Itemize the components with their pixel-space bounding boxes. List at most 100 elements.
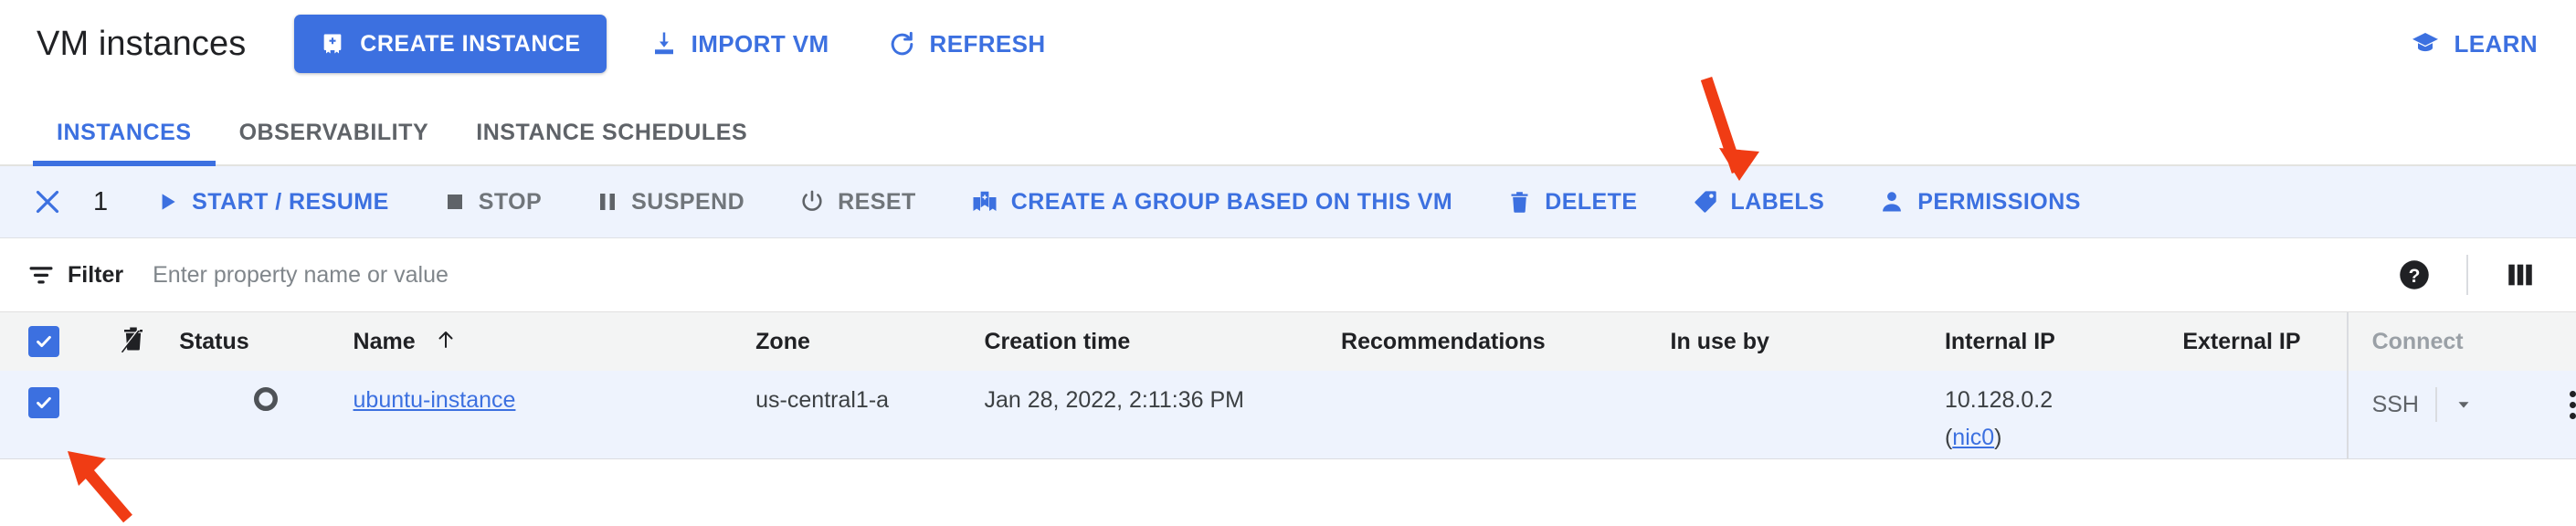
table-row[interactable]: ubuntu-instance us-central1-a Jan 28, 20… <box>0 371 2576 458</box>
delete-button[interactable]: DELETE <box>1496 180 1648 225</box>
play-icon <box>155 190 179 214</box>
column-header-in-use-by[interactable]: In use by <box>1671 312 1945 371</box>
person-icon <box>1879 189 1905 215</box>
column-display-options-button[interactable] <box>2492 247 2549 303</box>
vm-name-link[interactable]: ubuntu-instance <box>354 387 516 413</box>
divider <box>2466 255 2468 295</box>
column-header-status[interactable]: Status <box>179 312 353 371</box>
deletion-protection-header <box>88 312 179 371</box>
labels-button[interactable]: LABELS <box>1682 180 1836 225</box>
stop-button[interactable]: STOP <box>433 180 553 225</box>
page-title: VM instances <box>37 24 247 63</box>
check-icon <box>37 396 51 409</box>
reset-button[interactable]: RESET <box>788 180 927 225</box>
column-header-name[interactable]: Name <box>354 312 756 371</box>
filter-input[interactable] <box>153 261 976 289</box>
tab-instance-schedules[interactable]: INSTANCE SCHEDULES <box>452 120 771 164</box>
vm-instances-table: Status Name Zone Creation time Recommend… <box>0 312 2576 459</box>
create-instance-label: CREATE INSTANCE <box>360 30 581 57</box>
row-status-cell <box>179 371 353 458</box>
refresh-label: REFRESH <box>929 29 1046 58</box>
ssh-label[interactable]: SSH <box>2372 392 2419 418</box>
filter-label: Filter <box>68 261 124 288</box>
row-in-use-by-cell <box>1671 371 1945 458</box>
suspend-button[interactable]: SUSPEND <box>586 180 755 225</box>
import-icon <box>650 30 678 58</box>
table-header-row: Status Name Zone Creation time Recommend… <box>0 312 2576 371</box>
status-stopped-icon <box>254 387 279 411</box>
column-header-internal-ip[interactable]: Internal IP <box>1945 312 2182 371</box>
deletion-protection-icon <box>120 325 147 352</box>
filter-icon[interactable] <box>27 261 55 289</box>
stopped-circle-icon <box>254 387 279 411</box>
filter-bar: Filter ? <box>0 238 2576 312</box>
clear-selection-button[interactable] <box>22 176 73 227</box>
learn-label: LEARN <box>2454 29 2538 58</box>
permissions-button[interactable]: PERMISSIONS <box>1868 180 2092 225</box>
row-checkbox[interactable] <box>28 387 60 418</box>
row-deletion-protection-cell <box>88 371 179 458</box>
graduation-cap-icon <box>2411 29 2440 58</box>
permissions-label: PERMISSIONS <box>1917 188 2081 215</box>
svg-text:?: ? <box>2409 266 2421 287</box>
select-all-checkbox[interactable] <box>28 325 60 357</box>
column-header-name-label: Name <box>353 328 416 354</box>
stop-label: STOP <box>478 188 543 215</box>
create-group-label: CREATE A GROUP BASED ON THIS VM <box>1010 188 1453 215</box>
reset-label: RESET <box>838 188 916 215</box>
row-creation-time-cell: Jan 28, 2022, 2:11:36 PM <box>984 387 1244 413</box>
stop-icon <box>444 191 466 213</box>
import-vm-label: IMPORT VM <box>691 29 829 58</box>
power-icon <box>799 189 825 215</box>
help-button[interactable]: ? <box>2386 247 2443 303</box>
chevron-down-icon[interactable] <box>2454 394 2474 415</box>
pause-icon <box>596 191 618 213</box>
tab-bar: INSTANCES OBSERVABILITY INSTANCE SCHEDUL… <box>0 88 2576 166</box>
column-header-zone[interactable]: Zone <box>755 312 984 371</box>
column-header-connect: Connect <box>2346 312 2576 371</box>
row-internal-ip-cell: 10.128.0.2 (nic0) <box>1945 371 2182 458</box>
tab-observability[interactable]: OBSERVABILITY <box>216 120 453 164</box>
internal-ip-value: 10.128.0.2 <box>1944 387 2053 413</box>
row-external-ip-cell <box>2182 371 2347 458</box>
learn-button[interactable]: LEARN <box>2403 20 2545 68</box>
check-icon <box>37 335 51 347</box>
row-zone-cell: us-central1-a <box>755 387 890 413</box>
columns-icon <box>2508 264 2532 286</box>
tab-instances[interactable]: INSTANCES <box>33 120 216 166</box>
row-select-cell[interactable] <box>0 371 88 458</box>
label-icon <box>1693 189 1718 215</box>
start-resume-label: START / RESUME <box>192 188 389 215</box>
filter-bar-actions: ? <box>2386 247 2549 303</box>
internal-ip-nic: (nic0) <box>1944 425 2002 450</box>
column-header-recommendations[interactable]: Recommendations <box>1341 312 1671 371</box>
row-name-cell[interactable]: ubuntu-instance <box>354 371 756 458</box>
nic-link[interactable]: nic0 <box>1952 425 1994 450</box>
row-more-actions-button[interactable] <box>2570 390 2576 419</box>
page-header: VM instances CREATE INSTANCE IMPORT VM R… <box>0 0 2576 88</box>
divider <box>2434 387 2437 422</box>
delete-label: DELETE <box>1545 188 1638 215</box>
row-connect-cell: SSH <box>2346 371 2576 458</box>
refresh-button[interactable]: REFRESH <box>881 21 1053 68</box>
help-icon: ? <box>2400 260 2429 289</box>
select-all-header[interactable] <box>0 312 88 371</box>
selection-action-toolbar: 1 START / RESUME STOP SUSPEND RESET CREA… <box>0 166 2576 238</box>
selected-count: 1 <box>93 186 109 216</box>
import-vm-button[interactable]: IMPORT VM <box>643 21 837 68</box>
refresh-icon <box>888 30 916 58</box>
start-resume-button[interactable]: START / RESUME <box>144 180 400 225</box>
row-recommendations-cell <box>1341 371 1671 458</box>
add-instance-icon <box>320 31 345 57</box>
group-icon <box>971 188 998 216</box>
create-instance-button[interactable]: CREATE INSTANCE <box>294 15 607 73</box>
suspend-label: SUSPEND <box>631 188 745 215</box>
ssh-connect-control[interactable]: SSH <box>2372 387 2576 422</box>
trash-icon <box>1507 190 1532 215</box>
column-header-creation-time[interactable]: Creation time <box>985 312 1342 371</box>
sort-ascending-icon <box>435 329 457 351</box>
close-icon <box>36 190 59 214</box>
labels-label: LABELS <box>1730 188 1825 215</box>
column-header-external-ip[interactable]: External IP <box>2182 312 2347 371</box>
create-group-button[interactable]: CREATE A GROUP BASED ON THIS VM <box>960 179 1463 225</box>
